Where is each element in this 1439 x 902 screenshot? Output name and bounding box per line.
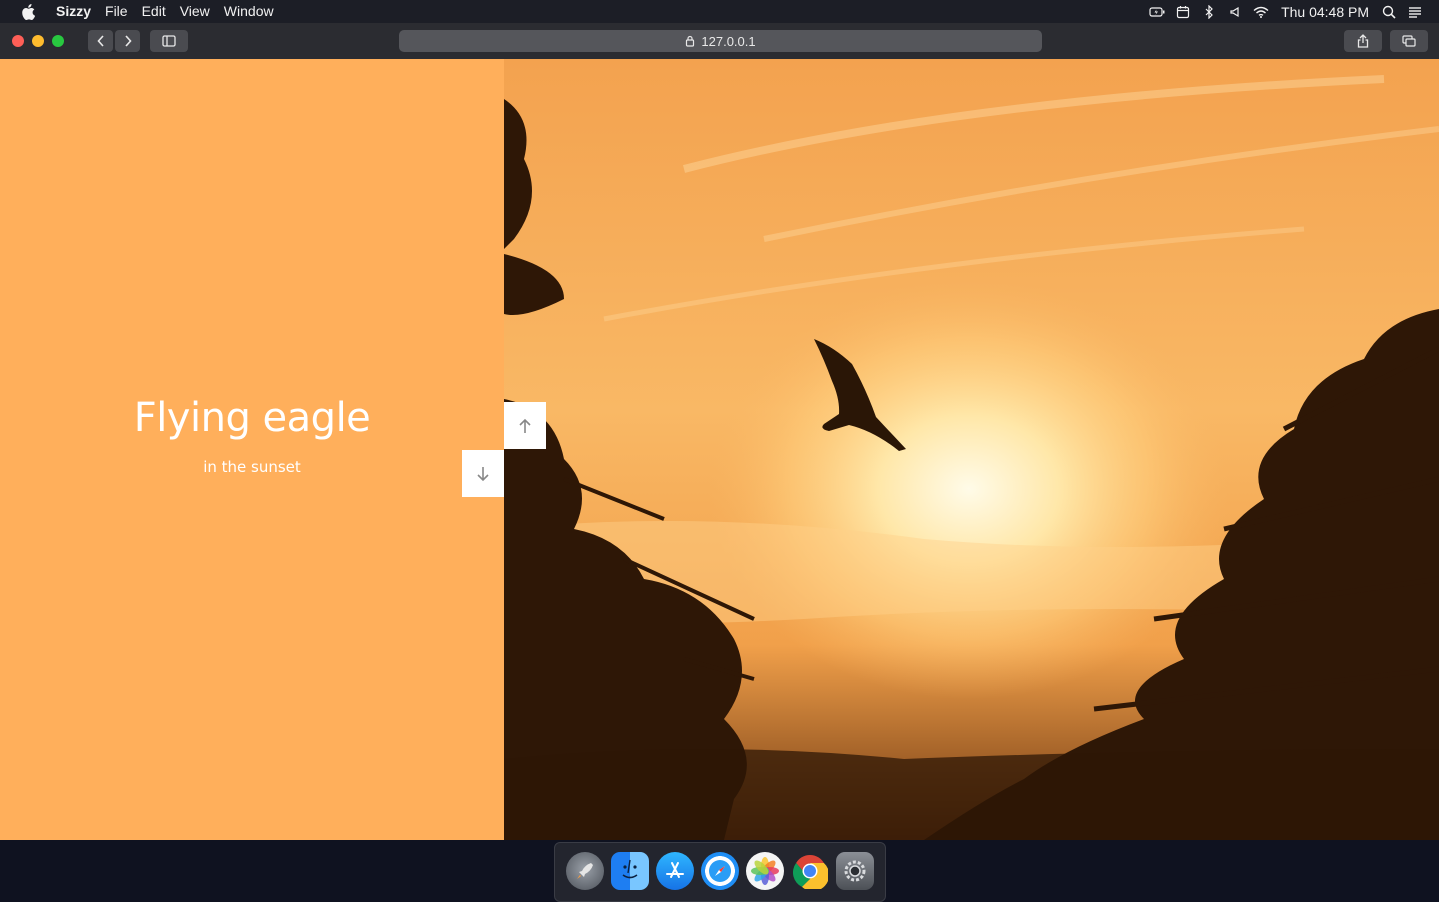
hero-title: Flying eagle [133,395,371,441]
system-preferences-icon[interactable] [836,852,874,890]
hero-subtitle: in the sunset [203,458,301,476]
spotlight-icon[interactable] [1381,4,1397,20]
close-window-button[interactable] [12,35,24,47]
scroll-down-button[interactable] [462,450,504,497]
address-bar[interactable]: 127.0.0.1 [399,30,1042,52]
forward-icon [124,35,132,47]
safari-icon[interactable] [701,852,739,890]
bluetooth-icon[interactable] [1201,4,1217,20]
menu-bar: Sizzy File Edit View Window Thu 04:48 PM [0,0,1439,23]
fullscreen-window-button[interactable] [52,35,64,47]
scroll-up-button[interactable] [504,402,546,449]
chrome-icon[interactable] [791,852,829,890]
menu-edit[interactable]: Edit [135,0,173,23]
forward-button[interactable] [115,30,140,52]
back-icon [96,35,104,47]
menu-file[interactable]: File [98,0,135,23]
app-store-icon[interactable] [656,852,694,890]
eagle-sunset-photo [504,59,1439,840]
navigation-buttons [88,30,140,52]
apple-icon [22,3,35,20]
hero-panel: Flying eagle in the sunset [0,59,504,840]
back-button[interactable] [88,30,113,52]
wifi-icon[interactable] [1253,4,1269,20]
calendar-icon[interactable] [1175,4,1191,20]
menu-clock[interactable]: Thu 04:48 PM [1281,4,1369,20]
page-viewport: Flying eagle in the sunset [0,59,1439,840]
launchpad-icon[interactable] [566,852,604,890]
finder-icon[interactable] [611,852,649,890]
photos-icon[interactable] [746,852,784,890]
desktop-bottom [0,840,1439,902]
share-button[interactable] [1344,30,1382,52]
browser-toolbar: 127.0.0.1 [0,23,1439,59]
window-controls [12,35,64,47]
sidebar-icon [162,35,176,47]
menu-window[interactable]: Window [217,0,281,23]
menu-app-name[interactable]: Sizzy [56,0,98,23]
tabs-icon [1402,35,1416,47]
arrow-down-icon [477,466,489,481]
tabs-button[interactable] [1390,30,1428,52]
address-url: 127.0.0.1 [701,33,756,49]
dock [554,842,886,902]
apple-menu[interactable] [0,3,56,20]
notification-center-icon[interactable] [1407,4,1423,20]
share-icon [1357,34,1369,48]
sidebar-toggle-button[interactable] [150,30,188,52]
arrow-up-icon [519,418,531,433]
minimize-window-button[interactable] [32,35,44,47]
menu-view[interactable]: View [173,0,217,23]
battery-icon[interactable] [1149,4,1165,20]
volume-icon[interactable] [1227,4,1243,20]
lock-icon [686,35,695,47]
